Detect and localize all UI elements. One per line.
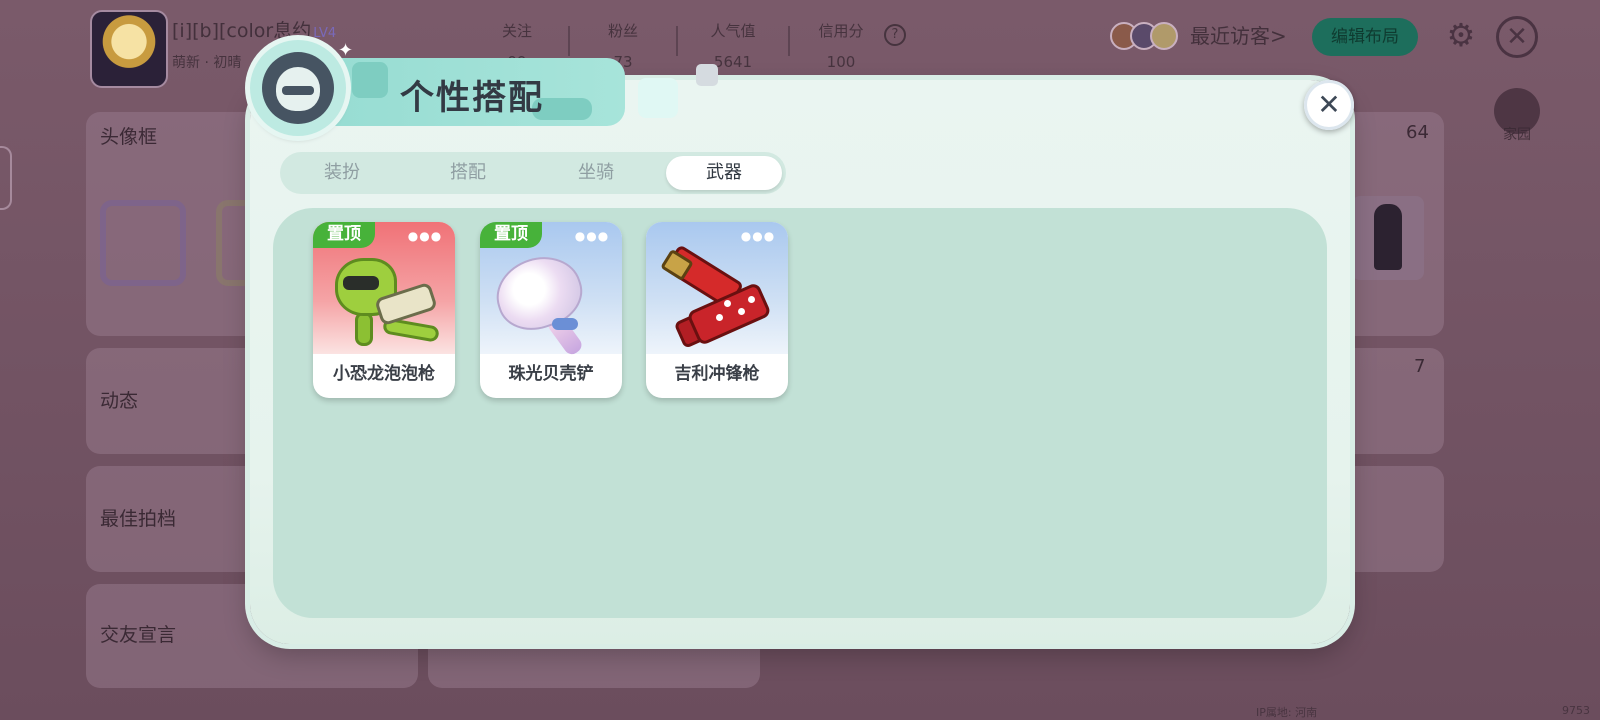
section-title: 头像框	[100, 126, 158, 148]
more-options-icon[interactable]: ●●●	[572, 228, 612, 244]
visitor-avatar	[1150, 22, 1178, 50]
tab-costume[interactable]: 装扮	[284, 156, 400, 190]
tab-outfit[interactable]: 搭配	[410, 156, 526, 190]
modal-close-button[interactable]: ✕	[1304, 80, 1354, 130]
decoration	[352, 62, 388, 98]
divider	[788, 26, 790, 56]
recent-visitor-avatars[interactable]	[1110, 22, 1180, 50]
level-badge: LV4	[313, 26, 337, 41]
decoration	[638, 78, 678, 118]
recent-visitors-link[interactable]: 最近访客>	[1190, 20, 1287, 49]
character-thumb[interactable]	[1352, 196, 1424, 280]
section-title: 交友宣言	[100, 624, 177, 646]
sparkle-icon: ✦	[338, 40, 354, 61]
modal-title: 个性搭配	[400, 78, 544, 118]
home-label: 家园	[1503, 127, 1531, 143]
nickname: [i][b][color息约 LV4	[172, 16, 336, 43]
stat-label: 信用分	[818, 22, 864, 40]
avatar-frame-thumb[interactable]	[100, 200, 186, 286]
outfit-badge-icon	[250, 40, 346, 136]
item-name: 吉利冲锋枪	[674, 364, 760, 384]
corner-id: 9753	[1562, 704, 1590, 717]
item-name: 小恐龙泡泡枪	[333, 364, 435, 384]
player-tags: 萌新 · 初晴	[172, 55, 242, 71]
divider	[676, 26, 678, 56]
tab-mount[interactable]: 坐骑	[538, 156, 654, 190]
stat-label: 关注	[501, 22, 532, 40]
gear-icon[interactable]: ⚙	[1444, 18, 1478, 52]
help-icon[interactable]: ?	[884, 24, 906, 46]
section-title: 动态	[100, 390, 139, 412]
decoration	[696, 64, 718, 86]
item-card-lucky-smg[interactable]: ●●● 吉利冲锋枪	[646, 222, 788, 398]
stat-label: 人气值	[710, 22, 756, 40]
nickname-text: [i][b][color息约	[172, 20, 312, 42]
item-card-pearl-shell-shovel[interactable]: 置顶 ●●● 珠光贝壳铲	[480, 222, 622, 398]
divider	[568, 26, 570, 56]
more-options-icon[interactable]: ●●●	[738, 228, 778, 244]
more-options-icon[interactable]: ●●●	[405, 228, 445, 244]
close-page-icon[interactable]: ✕	[1496, 16, 1538, 58]
tab-weapon[interactable]: 武器	[666, 156, 782, 190]
side-tab-handle[interactable]	[0, 146, 12, 210]
item-name: 珠光贝壳铲	[508, 364, 594, 384]
pinned-badge: 置顶	[480, 222, 542, 248]
stat-value: 100	[826, 53, 856, 71]
section-title: 最佳拍档	[100, 508, 177, 530]
pinned-badge: 置顶	[313, 222, 375, 248]
category-tabs: 装扮 搭配 坐骑 武器	[280, 152, 786, 194]
ip-location: IP属地: 河南	[1256, 706, 1318, 719]
section-count: 7	[1414, 356, 1426, 377]
stat-credit[interactable]: 信用分 100	[796, 20, 886, 71]
edit-layout-button[interactable]: 编辑布局	[1312, 18, 1418, 56]
item-card-dino-bubble-gun[interactable]: 置顶 ●●● 小恐龙泡泡枪	[313, 222, 455, 398]
section-count: 64	[1406, 122, 1429, 143]
stat-label: 粉丝	[607, 22, 638, 40]
avatar[interactable]	[90, 10, 168, 88]
